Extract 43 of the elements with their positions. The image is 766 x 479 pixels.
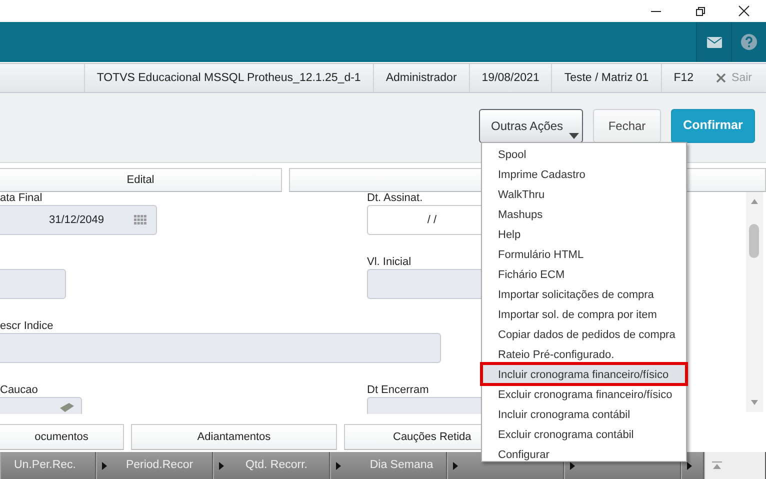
menu-item[interactable]: Rateio Pré-configurado.	[482, 344, 686, 364]
info-item: F12	[660, 64, 706, 92]
mail-button[interactable]	[696, 22, 731, 62]
menu-item[interactable]: Incluir cronograma contábil	[482, 404, 686, 424]
dropdown-button[interactable]: Outras Ações	[479, 108, 583, 142]
info-item: 19/08/2021	[468, 64, 552, 92]
menu-item[interactable]: Imprime Cadastro	[482, 164, 686, 184]
sort-icon	[102, 462, 107, 470]
menu-item[interactable]: Copiar dados de pedidos de compra	[482, 324, 686, 344]
info-item: Teste / Matriz 01	[551, 64, 661, 92]
menu-item[interactable]: Incluir cronograma financeiro/físico	[482, 364, 686, 384]
tab[interactable]: Edital	[0, 168, 282, 192]
sort-icon	[570, 462, 575, 470]
field-label: escr Indice	[0, 320, 54, 333]
menu-item[interactable]: Excluir cronograma financeiro/físico	[482, 384, 686, 404]
menu-item[interactable]: Importar solicitações de compra	[482, 284, 686, 304]
scroll-top-icon	[711, 460, 723, 470]
caret-icon	[569, 132, 579, 138]
sort-icon	[219, 462, 224, 470]
field-value: / /	[427, 212, 437, 228]
mail-icon	[706, 36, 722, 48]
menu-item[interactable]: Spool	[482, 144, 686, 164]
sort-icon	[687, 462, 692, 470]
sort-icon	[336, 462, 341, 470]
scroll-bar[interactable]	[746, 192, 763, 412]
info-item: Administrador	[372, 64, 469, 92]
menu-item[interactable]: Importar sol. de compra por item	[482, 304, 686, 324]
field-label: Vl. Inicial	[367, 256, 412, 269]
field-label: Caucao	[0, 384, 38, 397]
help-icon	[741, 34, 757, 50]
field-value: 31/12/2049	[48, 212, 104, 228]
sort-icon	[453, 462, 458, 470]
menu-item[interactable]: Fichário ECM	[482, 264, 686, 284]
close-icon	[716, 73, 726, 83]
tab[interactable]: Adiantamentos	[131, 424, 337, 450]
menu-item[interactable]: Formulário HTML	[482, 244, 686, 264]
field-label: Dt Encerram	[367, 384, 429, 397]
field-label: Dt. Assinat.	[367, 192, 423, 205]
field-label: ata Final	[0, 192, 42, 205]
info-item: TOTVS Educacional MSSQL Protheus_12.1.25_d-1	[84, 64, 373, 92]
tab[interactable]: ocumentos	[0, 424, 124, 450]
close-button[interactable]: Fechar	[593, 108, 661, 142]
menu-item[interactable]: WalkThru	[482, 184, 686, 204]
